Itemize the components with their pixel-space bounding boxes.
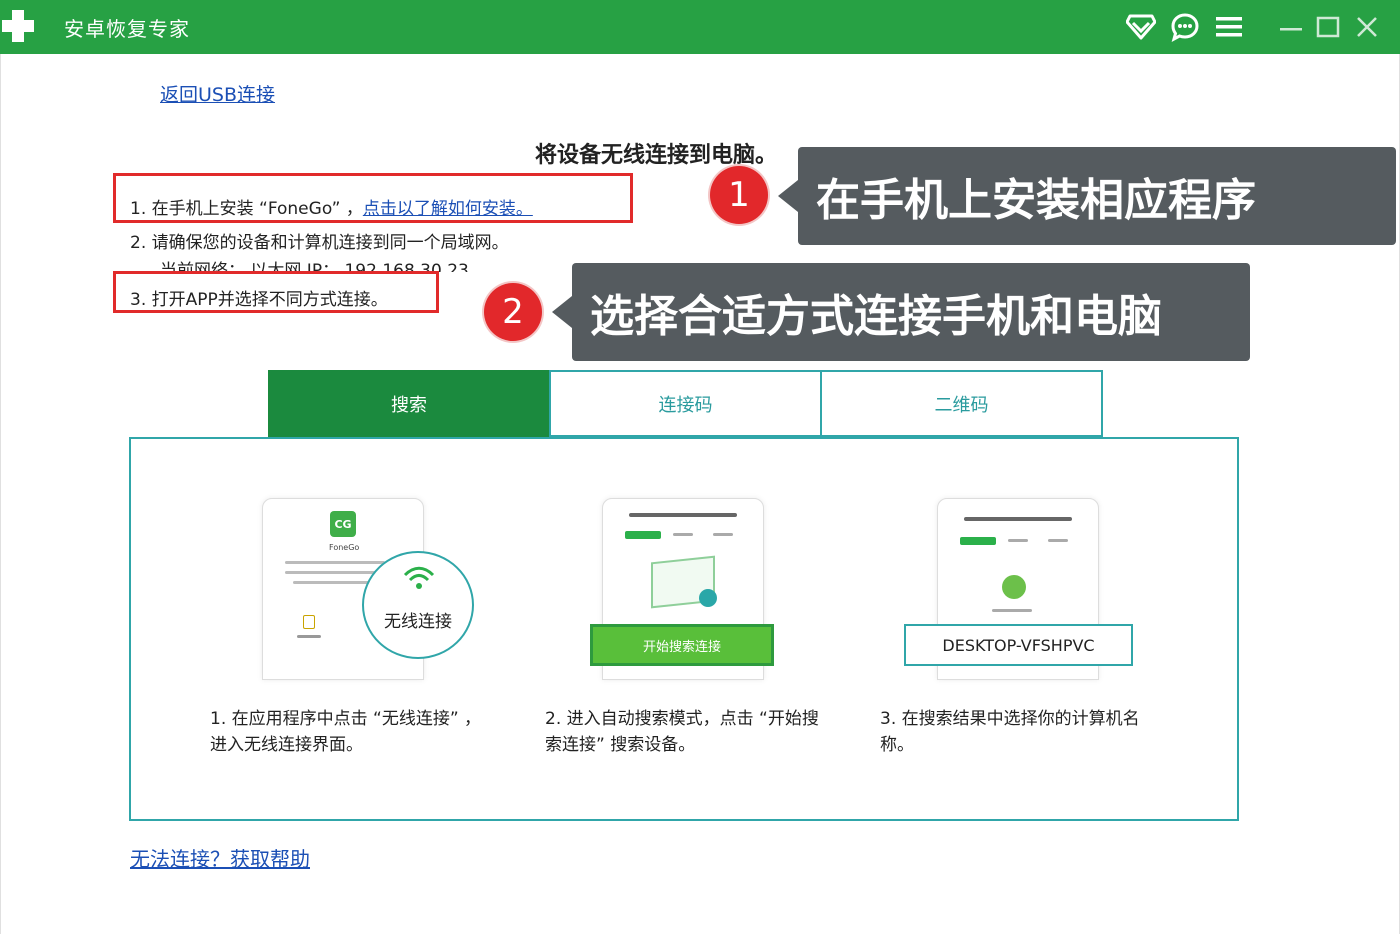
wifi-icon	[403, 566, 435, 589]
mini-tab	[673, 533, 693, 536]
step-2: 2. 请确保您的设备和计算机连接到同一个局域网。	[130, 233, 509, 253]
get-help-link[interactable]: 无法连接？获取帮助	[130, 843, 310, 872]
close-icon[interactable]	[1350, 10, 1384, 44]
tab-search[interactable]: 搜索	[268, 370, 550, 437]
annotation-text-1: 在手机上安装相应程序	[816, 175, 1256, 226]
maximize-icon[interactable]	[1311, 10, 1345, 44]
text-placeholder	[964, 517, 1072, 521]
text-placeholder	[992, 609, 1032, 612]
mini-tab	[713, 533, 733, 536]
annotation-callout-1: 在手机上安装相应程序	[778, 147, 1396, 245]
annotation-badge-2: 2	[484, 283, 542, 341]
text-placeholder	[629, 513, 737, 517]
annotation-badge-1: 1	[710, 166, 768, 224]
step-caption-1: 1. 在应用程序中点击 “无线连接” ，进入无线连接界面。	[210, 709, 482, 755]
start-search-button[interactable]: 开始搜索连接	[590, 624, 774, 666]
found-device-icon	[1002, 575, 1026, 599]
back-to-usb-link[interactable]: 返回USB连接	[160, 80, 275, 107]
mini-tab-active	[960, 537, 996, 545]
title-bar: 安卓恢复专家	[0, 0, 1400, 54]
step-caption-2: 2. 进入自动搜索模式，点击 “开始搜索连接” 搜索设备。	[545, 709, 819, 755]
text-placeholder	[285, 561, 385, 564]
mini-tab	[1008, 539, 1028, 542]
annotation-callout-2: 选择合适方式连接手机和电脑	[552, 263, 1250, 361]
usb-icon	[303, 615, 315, 629]
page-title: 将设备无线连接到电脑。	[535, 143, 778, 168]
tab-connect-code[interactable]: 连接码	[549, 370, 822, 437]
highlight-box-step-1	[113, 173, 633, 223]
device-result-item[interactable]: DESKTOP-VFSHPVC	[904, 624, 1133, 666]
mini-tab-active	[625, 531, 661, 539]
annotation-text-2: 选择合适方式连接手机和电脑	[590, 291, 1162, 342]
vip-diamond-icon[interactable]	[1124, 10, 1158, 44]
menu-icon[interactable]	[1212, 10, 1246, 44]
search-badge-icon	[699, 589, 717, 607]
app-logo-icon	[0, 6, 40, 46]
app-title: 安卓恢复专家	[64, 17, 190, 41]
fonego-app-name: FoneGo	[329, 543, 360, 552]
text-placeholder	[293, 581, 373, 584]
callout-pointer	[778, 180, 798, 212]
highlight-box-step-3	[113, 271, 439, 313]
fonego-logo-icon: CG	[330, 511, 356, 537]
wireless-connect-circle: 无线连接	[362, 551, 474, 659]
step-caption-3: 3. 在搜索结果中选择你的计算机名称。	[880, 709, 1140, 755]
tab-qr-code[interactable]: 二维码	[820, 370, 1103, 437]
callout-pointer	[552, 296, 572, 328]
mini-tab	[1048, 539, 1068, 542]
text-placeholder	[285, 571, 375, 574]
network-info: 当前网络： 以太网 IP： 192.168.30.23	[160, 261, 469, 272]
text-placeholder	[297, 635, 321, 638]
chat-icon[interactable]	[1168, 10, 1202, 44]
minimize-icon[interactable]	[1274, 10, 1308, 44]
wireless-connect-label: 无线连接	[384, 612, 452, 632]
